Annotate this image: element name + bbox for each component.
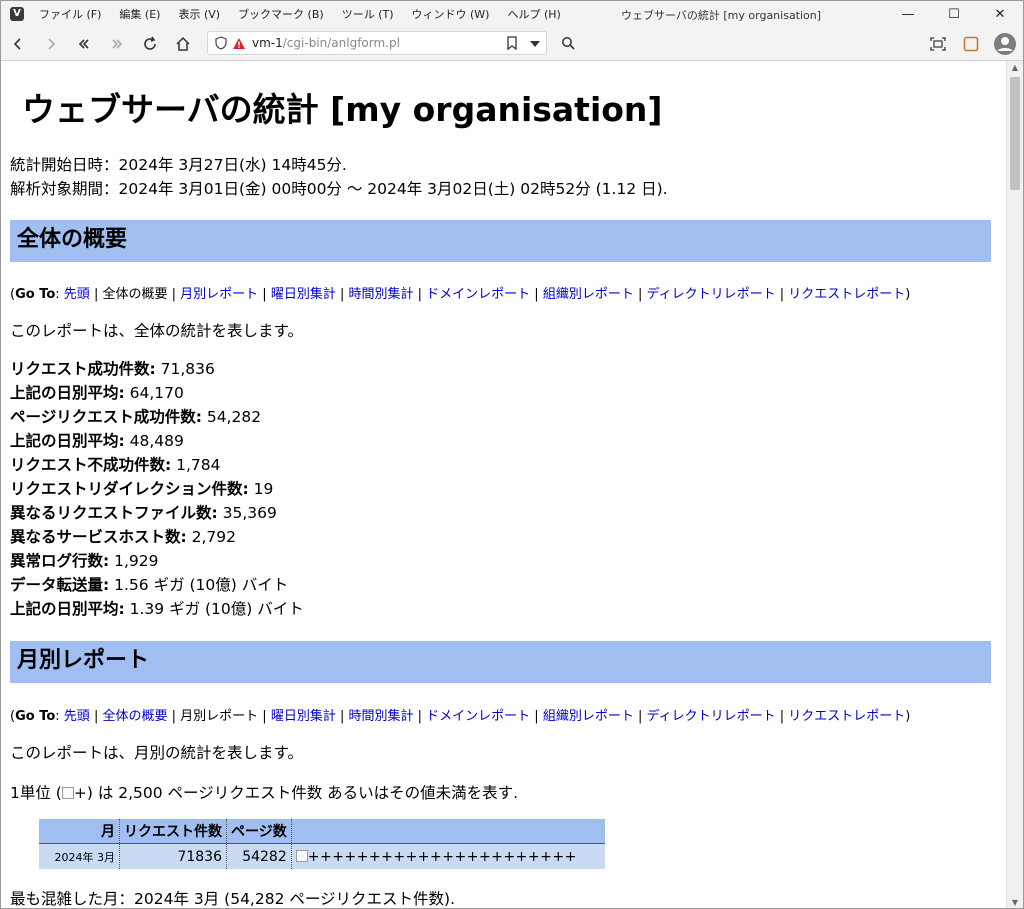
search-icon[interactable]: [551, 29, 584, 57]
window-title: ウェブサーバの統計 [my organisation]: [621, 9, 822, 22]
bar-plus-text: ++++++++++++++++++++++: [307, 848, 577, 865]
navigation-toolbar: vm-1/cgi-bin/anlgform.pl: [1, 27, 1023, 61]
goto-link-directory[interactable]: ディレクトリレポート: [647, 287, 776, 302]
goto-link-weekday[interactable]: 曜日別集計: [271, 709, 336, 724]
window-controls: — ☐ ✕: [885, 1, 1023, 27]
goto-link-hourly[interactable]: 時間別集計: [348, 287, 413, 302]
goto-link-domain[interactable]: ドメインレポート: [426, 709, 530, 724]
goto-link-request[interactable]: リクエストレポート: [788, 709, 905, 724]
menu-window[interactable]: ウィンドウ (W): [403, 6, 499, 22]
goto-link-directory[interactable]: ディレクトリレポート: [647, 709, 776, 724]
cell-month: 2024年 3月: [39, 843, 120, 869]
home-icon[interactable]: [166, 30, 199, 58]
goto-link-summary[interactable]: 全体の概要: [102, 709, 167, 724]
maximize-button[interactable]: ☐: [931, 1, 977, 27]
menu-help[interactable]: ヘルプ (H): [498, 6, 569, 22]
goto-link-top[interactable]: 先頭: [64, 287, 90, 302]
column-header-month: 月: [39, 819, 120, 844]
column-header-bar: [291, 819, 605, 844]
panel-icon[interactable]: [954, 30, 987, 58]
menu-bookmarks[interactable]: ブックマーク (B): [229, 6, 333, 22]
stat-successful-requests: リクエスト成功件数: 71,836: [10, 360, 215, 378]
title-bar: V ファイル (F) 編集 (E) 表示 (V) ブックマーク (B) ツール …: [1, 1, 1023, 27]
cell-requests: 71836: [119, 843, 227, 869]
goto-link-weekday[interactable]: 曜日別集計: [271, 287, 336, 302]
url-host: vm-1: [252, 36, 283, 50]
toolbar-right: [921, 27, 1023, 60]
broken-image-icon: [61, 787, 74, 799]
stat-daily-avg-requests: 上記の日別平均: 64,170: [10, 384, 184, 402]
page-title: ウェブサーバの統計 [my organisation]: [22, 90, 663, 129]
profile-icon[interactable]: [987, 30, 1023, 58]
address-bar[interactable]: vm-1/cgi-bin/anlgform.pl: [207, 31, 547, 55]
cell-bar: ++++++++++++++++++++++: [291, 843, 605, 869]
stat-redirected-requests: リクエストリダイレクション件数: 19: [10, 480, 274, 498]
browser-window: V ファイル (F) 編集 (E) 表示 (V) ブックマーク (B) ツール …: [0, 0, 1024, 909]
stat-daily-avg-pages: 上記の日別平均: 48,489: [10, 432, 184, 450]
summary-description: このレポートは、全体の統計を表します。: [10, 322, 303, 340]
stat-successful-page-requests: ページリクエスト成功件数: 54,282: [10, 408, 262, 426]
unit-legend: 1単位 (+) は 2,500 ページリクエスト件数 あるいはその値未満を表す.: [10, 784, 519, 802]
fast-forward-icon[interactable]: [100, 30, 133, 58]
stat-data-transferred: データ転送量: 1.56 ギガ (10億) バイト: [10, 576, 289, 594]
shield-icon[interactable]: [214, 36, 228, 50]
back-icon[interactable]: [1, 30, 34, 58]
busiest-month-line: 最も混雑した月：2024年 3月 (54,282 ページリクエスト件数).: [10, 890, 456, 908]
url-path: /cgi-bin/anlgform.pl: [282, 36, 400, 50]
summary-stats: リクエスト成功件数: 71,836 上記の日別平均: 64,170 ページリクエ…: [10, 357, 304, 621]
stat-corrupt-lines: 異常ログ行数: 1,929: [10, 552, 159, 570]
capture-icon[interactable]: [921, 30, 954, 58]
goto-link-monthly[interactable]: 月別レポート: [180, 287, 258, 302]
menu-tools[interactable]: ツール (T): [333, 6, 403, 22]
goto-link-organisation[interactable]: 組織別レポート: [543, 709, 634, 724]
goto-label: Go To: [15, 709, 56, 724]
forward-icon[interactable]: [34, 30, 67, 58]
menu-view[interactable]: 表示 (V): [169, 6, 229, 22]
section-title-summary: 全体の概要: [10, 220, 991, 262]
goto-nav-summary: (Go To: 先頭 | 全体の概要 | 月別レポート | 曜日別集計 | 時間…: [10, 287, 911, 302]
start-date-line: 統計開始日時：2024年 3月27日(水) 14時45分.: [10, 156, 347, 174]
stat-daily-avg-data: 上記の日別平均: 1.39 ギガ (10億) バイト: [10, 600, 304, 618]
warning-icon[interactable]: [232, 37, 246, 50]
monthly-table: 月 リクエスト件数 ページ数 2024年 3月 71836 54282 ++++…: [39, 819, 605, 869]
close-button[interactable]: ✕: [977, 1, 1023, 27]
vivaldi-logo-icon[interactable]: V: [10, 7, 24, 21]
monthly-description: このレポートは、月別の統計を表します。: [10, 744, 303, 762]
goto-current-summary: 全体の概要: [102, 287, 168, 302]
menu-file[interactable]: ファイル (F): [30, 6, 110, 22]
goto-nav-monthly: (Go To: 先頭 | 全体の概要 | 月別レポート | 曜日別集計 | 時間…: [10, 709, 911, 724]
table-header: 月 リクエスト件数 ページ数: [39, 819, 605, 844]
scroll-up-arrow-icon[interactable]: ▲: [1007, 61, 1023, 75]
broken-image-icon: [295, 849, 308, 862]
goto-label: Go To: [15, 287, 56, 302]
rewind-icon[interactable]: [67, 30, 100, 58]
column-header-pages: ページ数: [226, 819, 292, 844]
goto-link-organisation[interactable]: 組織別レポート: [543, 287, 634, 302]
dropdown-icon[interactable]: [530, 41, 540, 47]
menu-edit[interactable]: 編集 (E): [110, 6, 169, 22]
bookmark-icon[interactable]: [506, 36, 518, 50]
vertical-scrollbar[interactable]: ▲ ▼: [1006, 61, 1023, 908]
reload-icon[interactable]: [133, 30, 166, 58]
scrollbar-thumb[interactable]: [1010, 77, 1020, 190]
scroll-down-arrow-icon[interactable]: ▼: [1007, 896, 1023, 908]
table-row: 2024年 3月 71836 54282 +++++++++++++++++++…: [39, 843, 605, 869]
goto-link-request[interactable]: リクエストレポート: [788, 287, 905, 302]
stat-distinct-files: 異なるリクエストファイル数: 35,369: [10, 504, 277, 522]
column-header-requests: リクエスト件数: [119, 819, 227, 844]
goto-link-hourly[interactable]: 時間別集計: [348, 709, 413, 724]
menu-bar: ファイル (F) 編集 (E) 表示 (V) ブックマーク (B) ツール (T…: [30, 6, 570, 22]
goto-current-monthly: 月別レポート: [180, 709, 259, 724]
period-line: 解析対象期間：2024年 3月01日(金) 00時00分 ～ 2024年 3月0…: [10, 180, 668, 198]
minimize-button[interactable]: —: [885, 1, 931, 27]
section-title-monthly: 月別レポート: [10, 641, 991, 683]
report-period: 統計開始日時：2024年 3月27日(水) 14時45分. 解析対象期間：202…: [10, 153, 668, 201]
page-content: ウェブサーバの統計 [my organisation] 統計開始日時：2024年…: [1, 61, 1007, 908]
goto-link-top[interactable]: 先頭: [64, 709, 90, 724]
stat-distinct-hosts: 異なるサービスホスト数: 2,792: [10, 528, 237, 546]
cell-pages: 54282: [226, 843, 292, 869]
goto-link-domain[interactable]: ドメインレポート: [426, 287, 530, 302]
stat-failed-requests: リクエスト不成功件数: 1,784: [10, 456, 221, 474]
